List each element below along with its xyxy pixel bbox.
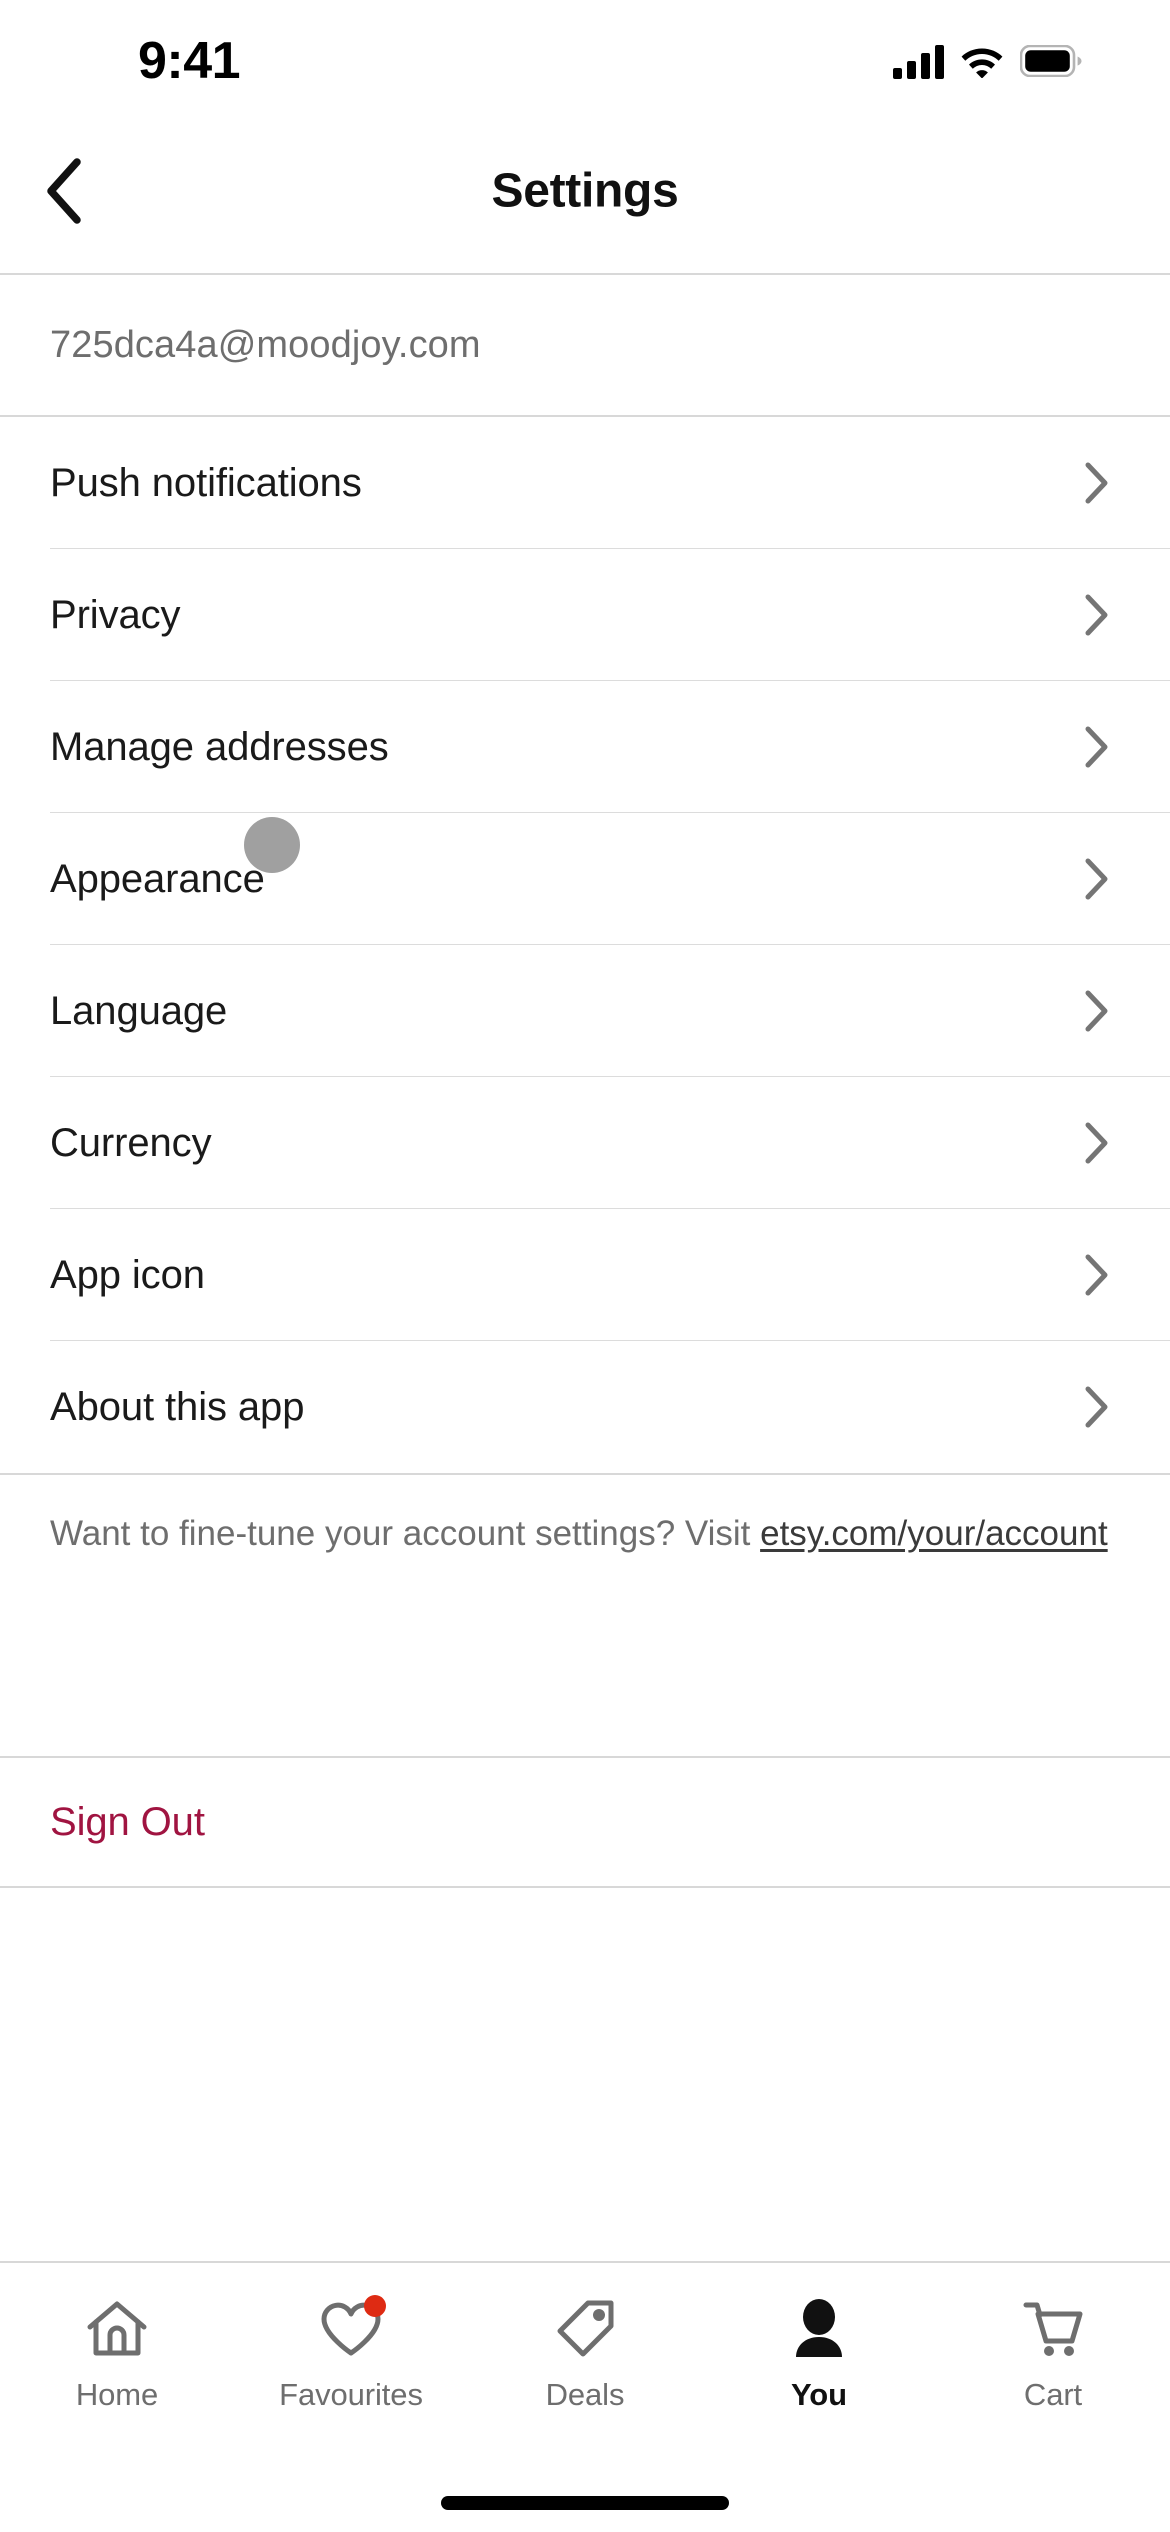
settings-row[interactable]: Push notifications	[0, 417, 1170, 549]
settings-row[interactable]: Manage addresses	[0, 681, 1170, 813]
settings-row-label: Manage addresses	[50, 724, 389, 769]
account-email-row: 725dca4a@moodjoy.com	[0, 275, 1170, 417]
settings-row[interactable]: Currency	[0, 1077, 1170, 1209]
notification-badge	[364, 2295, 386, 2317]
chevron-right-icon	[1084, 857, 1120, 901]
chevron-right-icon	[1084, 593, 1120, 637]
nav-header: Settings	[0, 108, 1170, 275]
tab-label: Favourites	[279, 2377, 423, 2412]
settings-row[interactable]: Appearance	[0, 813, 1170, 945]
footer-note-label: Want to fine-tune your account settings?…	[50, 1514, 761, 1553]
account-settings-note: Want to fine-tune your account settings?…	[0, 1473, 1170, 1723]
bottom-tab-bar: Home Favourites Deals You Cart	[0, 2261, 1170, 2532]
status-bar-icons	[893, 43, 1082, 79]
status-bar-time: 9:41	[138, 32, 241, 90]
tab-item-you[interactable]: You	[702, 2295, 936, 2413]
page-title: Settings	[491, 164, 679, 217]
tab-item-cart[interactable]: Cart	[936, 2295, 1170, 2413]
chevron-right-icon	[1084, 1121, 1120, 1165]
settings-row[interactable]: About this app	[0, 1341, 1170, 1473]
sign-out-label: Sign Out	[50, 1799, 205, 1844]
settings-row-label: Privacy	[50, 592, 181, 637]
heart-icon	[315, 2295, 387, 2363]
account-email: 725dca4a@moodjoy.com	[50, 323, 481, 366]
settings-row-label: Language	[50, 988, 228, 1033]
settings-row-label: About this app	[50, 1384, 305, 1429]
tab-label: Cart	[1023, 2377, 1083, 2412]
settings-list: Push notifications Privacy Manage addresse…	[0, 417, 1170, 1473]
settings-row[interactable]: Language	[0, 945, 1170, 1077]
tab-item-favourites[interactable]: Favourites	[234, 2295, 468, 2413]
chevron-right-icon	[1084, 1253, 1120, 1297]
settings-row[interactable]: App icon	[0, 1209, 1170, 1341]
home-indicator	[441, 2496, 729, 2510]
settings-row-label: Appearance	[50, 856, 265, 901]
settings-content: 725dca4a@moodjoy.com Push notifications P…	[0, 275, 1170, 2261]
tag-icon	[549, 2295, 621, 2363]
settings-row-label: Push notifications	[50, 460, 362, 505]
footer-note-text: Want to fine-tune your account settings?…	[50, 1509, 1120, 1559]
chevron-right-icon	[1084, 461, 1120, 505]
person-icon	[783, 2295, 855, 2363]
chevron-right-icon	[1084, 1385, 1120, 1429]
tab-label: Deals	[545, 2377, 625, 2412]
settings-row-label: App icon	[50, 1252, 205, 1297]
tab-item-deals[interactable]: Deals	[468, 2295, 702, 2413]
settings-row[interactable]: Privacy	[0, 549, 1170, 681]
tab-label: You	[791, 2377, 847, 2412]
tab-bar-items: Home Favourites Deals You Cart	[0, 2263, 1170, 2433]
chevron-right-icon	[1084, 989, 1120, 1033]
tab-item-home[interactable]: Home	[0, 2295, 234, 2413]
etsy-account-link[interactable]: etsy.com/your/account	[760, 1514, 1108, 1553]
status-bar: 9:41	[0, 0, 1170, 108]
battery-full-icon	[1020, 45, 1082, 77]
home-icon	[81, 2295, 153, 2363]
wifi-icon	[960, 44, 1004, 78]
tab-label: Home	[75, 2377, 159, 2412]
chevron-right-icon	[1084, 725, 1120, 769]
settings-row-label: Currency	[50, 1120, 212, 1165]
shopping-cart-icon	[1017, 2295, 1089, 2363]
cellular-signal-icon	[893, 43, 944, 79]
sign-out-button[interactable]: Sign Out	[0, 1756, 1170, 1888]
